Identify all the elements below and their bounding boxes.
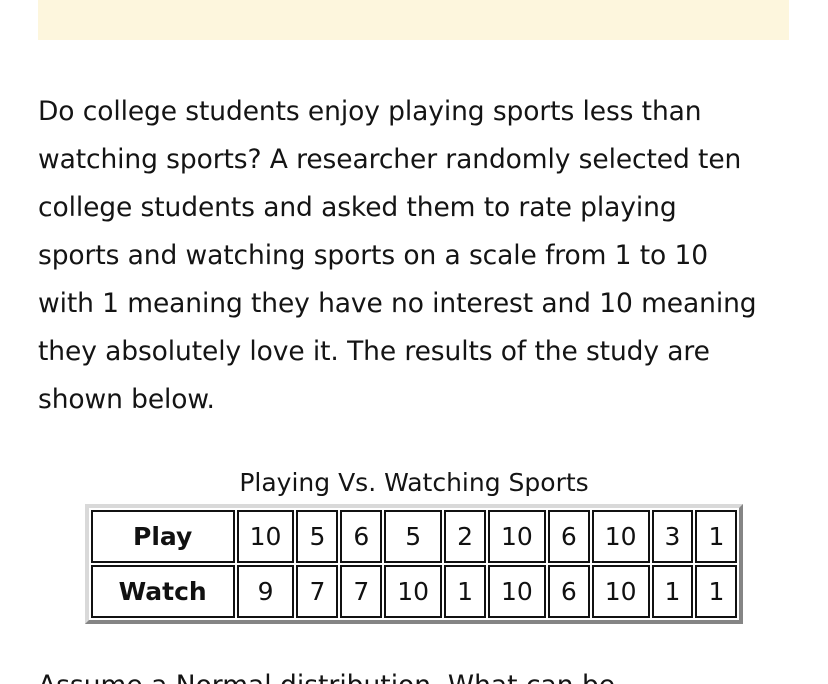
watch-cell-4: 10 [384,565,443,618]
table-row: Play 10 5 6 5 2 10 6 10 3 1 [90,510,738,563]
play-cell-3: 6 [340,510,383,563]
play-cell-2: 5 [296,510,339,563]
following-text-clipped: Assume a Normal distribution. What can b… [38,662,806,684]
question-line-5: with 1 meaning they have no interest and… [38,288,757,319]
row-header-watch: Watch [90,565,235,618]
play-cell-7: 6 [547,510,590,563]
question-line-6: they absolutely love it. The results of … [38,336,710,367]
watch-cell-10: 1 [695,565,738,618]
play-cell-4: 5 [384,510,443,563]
watch-cell-7: 6 [547,565,590,618]
data-table-block: Playing Vs. Watching Sports Play 10 5 6 … [0,466,828,628]
watch-cell-5: 1 [444,565,486,618]
watch-cell-6: 10 [488,565,546,618]
question-line-1: Do college students enjoy playing sports… [38,96,702,127]
following-text-line: Assume a Normal distribution. What can b… [38,662,806,684]
watch-cell-9: 1 [651,565,694,618]
play-cell-10: 1 [695,510,738,563]
play-cell-8: 10 [591,510,650,563]
watch-cell-8: 10 [591,565,650,618]
play-cell-9: 3 [651,510,694,563]
question-line-3: college students and asked them to rate … [38,192,677,223]
play-cell-5: 2 [444,510,486,563]
table-row: Watch 9 7 7 10 1 10 6 10 1 1 [90,565,738,618]
highlight-banner [38,0,789,40]
question-line-4: sports and watching sports on a scale fr… [38,240,708,271]
watch-cell-2: 7 [296,565,339,618]
play-cell-1: 10 [236,510,295,563]
play-cell-6: 10 [488,510,546,563]
results-table: Play 10 5 6 5 2 10 6 10 3 1 Watch 9 7 7 [88,508,740,620]
question-text: Do college students enjoy playing sports… [38,88,806,424]
question-line-7: shown below. [38,384,215,415]
question-line-2: watching sports? A researcher randomly s… [38,144,742,175]
table-caption: Playing Vs. Watching Sports [239,468,589,497]
watch-cell-1: 9 [236,565,295,618]
row-header-play: Play [90,510,235,563]
table-frame: Play 10 5 6 5 2 10 6 10 3 1 Watch 9 7 7 [84,504,744,624]
watch-cell-3: 7 [340,565,383,618]
